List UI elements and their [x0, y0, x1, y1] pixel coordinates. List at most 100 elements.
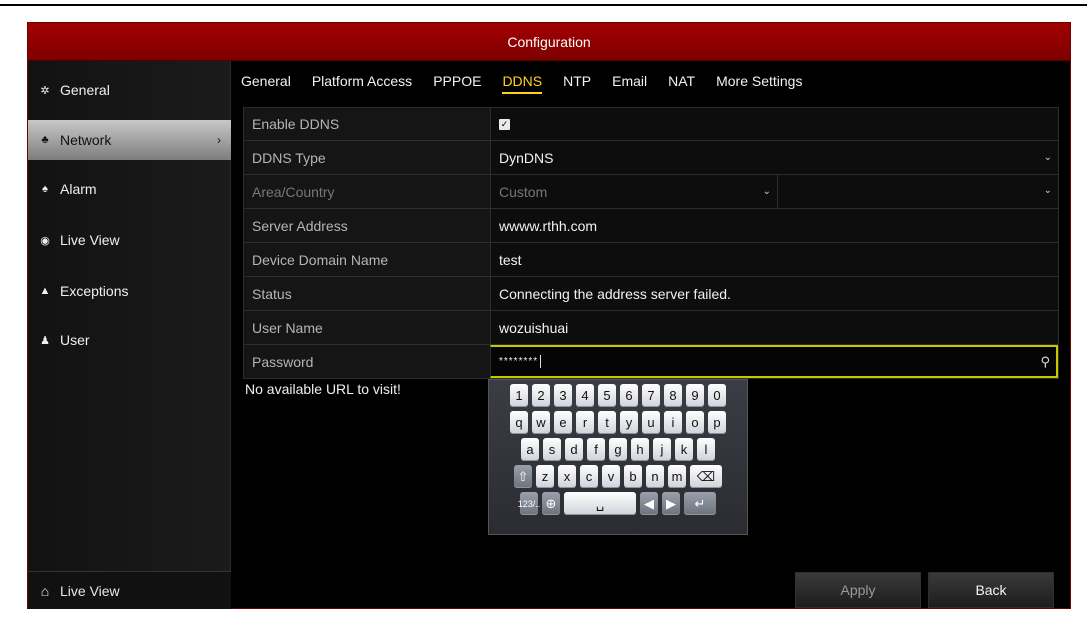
- tab-nat[interactable]: NAT: [668, 73, 695, 92]
- sidebar-live-view-button[interactable]: ⌂ Live View: [28, 571, 231, 609]
- chevron-down-icon: ⌄: [1043, 152, 1052, 163]
- tab-ntp[interactable]: NTP: [563, 73, 591, 92]
- key-e[interactable]: e: [554, 411, 572, 434]
- apply-button[interactable]: Apply: [795, 572, 921, 608]
- number-mode-key[interactable]: 123/..: [518, 492, 540, 515]
- user-name-input[interactable]: wozuishuai: [490, 311, 1058, 344]
- field-label: Password: [244, 345, 490, 378]
- sidebar-item-exceptions[interactable]: ▲ Exceptions: [28, 274, 231, 308]
- key-f[interactable]: f: [587, 438, 605, 461]
- sidebar-item-alarm[interactable]: ♠ Alarm: [28, 172, 231, 206]
- back-button[interactable]: Back: [928, 572, 1054, 608]
- key-h[interactable]: h: [631, 438, 649, 461]
- ddns-form: Enable DDNS ✓ DDNS Type DynDNS ⌄ Area/Co…: [243, 107, 1059, 379]
- key-m[interactable]: m: [668, 465, 686, 488]
- network-icon: ♣: [41, 134, 49, 146]
- globe-icon[interactable]: ⊕: [542, 492, 560, 515]
- sidebar-item-label: User: [60, 332, 90, 348]
- tab-more-settings[interactable]: More Settings: [716, 73, 802, 92]
- sidebar-item-live-view[interactable]: ◉ Live View: [28, 223, 231, 257]
- key-l[interactable]: l: [697, 438, 715, 461]
- area-country-cell: Custom ⌄ ⌄: [490, 175, 1058, 208]
- text-caret: [540, 355, 542, 368]
- field-label: Status: [244, 277, 490, 310]
- key-r[interactable]: r: [576, 411, 594, 434]
- form-row-server-address: Server Address wwww.rthh.com: [243, 209, 1059, 243]
- key-5[interactable]: 5: [598, 384, 616, 407]
- eye-icon: ◉: [40, 234, 50, 247]
- key-8[interactable]: 8: [664, 384, 682, 407]
- window-title: Configuration: [28, 23, 1070, 61]
- key-s[interactable]: s: [543, 438, 561, 461]
- key-k[interactable]: k: [675, 438, 693, 461]
- key-6[interactable]: 6: [620, 384, 638, 407]
- key-d[interactable]: d: [565, 438, 583, 461]
- enter-key-icon[interactable]: ↵: [684, 492, 716, 515]
- ddns-type-value: DynDNS: [499, 149, 554, 166]
- key-t[interactable]: t: [598, 411, 616, 434]
- tab-pppoe[interactable]: PPPOE: [433, 73, 481, 92]
- key-q[interactable]: q: [510, 411, 528, 434]
- status-value: Connecting the address server failed.: [490, 277, 1058, 310]
- keyboard-row-controls: 123/.. ⊕ ␣ ◀ ▶ ↵: [492, 492, 744, 515]
- field-label: Device Domain Name: [244, 243, 490, 276]
- tab-platform-access[interactable]: Platform Access: [312, 73, 412, 92]
- key-4[interactable]: 4: [576, 384, 594, 407]
- field-label: Enable DDNS: [244, 108, 490, 140]
- top-border-line: [0, 4, 1087, 6]
- key-9[interactable]: 9: [686, 384, 704, 407]
- ddns-type-select[interactable]: DynDNS ⌄: [490, 141, 1058, 174]
- key-i[interactable]: i: [664, 411, 682, 434]
- key-w[interactable]: w: [532, 411, 550, 434]
- form-row-user-name: User Name wozuishuai: [243, 311, 1059, 345]
- sidebar-item-network[interactable]: ♣ Network ›: [28, 120, 231, 160]
- server-address-input[interactable]: wwww.rthh.com: [490, 209, 1058, 242]
- chevron-right-icon: ›: [217, 133, 221, 147]
- alarm-icon: ♠: [42, 183, 48, 195]
- shift-key-icon[interactable]: ⇧: [514, 465, 532, 488]
- sidebar-item-general[interactable]: ✲ General: [28, 73, 231, 107]
- keyboard-row-zxcv: ⇧ z x c v b n m ⌫: [492, 465, 744, 488]
- tab-email[interactable]: Email: [612, 73, 647, 92]
- space-key-icon[interactable]: ␣: [564, 492, 636, 515]
- tab-general[interactable]: General: [241, 73, 291, 92]
- key-0[interactable]: 0: [708, 384, 726, 407]
- key-a[interactable]: a: [521, 438, 539, 461]
- show-password-icon[interactable]: ⚲: [1040, 354, 1051, 370]
- device-domain-name-input[interactable]: test: [490, 243, 1058, 276]
- key-g[interactable]: g: [609, 438, 627, 461]
- key-v[interactable]: v: [602, 465, 620, 488]
- field-label: Server Address: [244, 209, 490, 242]
- configuration-window: Configuration ✲ General ♣ Network › ♠ Al…: [27, 22, 1071, 609]
- key-1[interactable]: 1: [510, 384, 528, 407]
- password-input[interactable]: ******** ⚲: [490, 345, 1058, 378]
- enable-ddns-checkbox[interactable]: ✓: [499, 118, 510, 130]
- key-2[interactable]: 2: [532, 384, 550, 407]
- user-icon: ♟: [40, 334, 50, 347]
- key-3[interactable]: 3: [554, 384, 572, 407]
- key-j[interactable]: j: [653, 438, 671, 461]
- keyboard-row-qwerty: q w e r t y u i o p: [492, 411, 744, 434]
- sidebar-item-user[interactable]: ♟ User: [28, 323, 231, 357]
- key-c[interactable]: c: [580, 465, 598, 488]
- no-url-message: No available URL to visit!: [245, 381, 401, 397]
- chevron-down-icon: ⌄: [1043, 185, 1052, 196]
- field-label: DDNS Type: [244, 141, 490, 174]
- key-o[interactable]: o: [686, 411, 704, 434]
- key-p[interactable]: p: [708, 411, 726, 434]
- field-label: User Name: [244, 311, 490, 344]
- key-x[interactable]: x: [558, 465, 576, 488]
- form-row-password: Password ******** ⚲: [243, 345, 1059, 379]
- area-country-value: Custom: [499, 183, 548, 200]
- sidebar-item-label: Live View: [60, 232, 120, 248]
- backspace-key-icon[interactable]: ⌫: [690, 465, 722, 488]
- tab-ddns[interactable]: DDNS: [502, 73, 543, 94]
- key-7[interactable]: 7: [642, 384, 660, 407]
- key-y[interactable]: y: [620, 411, 638, 434]
- key-n[interactable]: n: [646, 465, 664, 488]
- key-b[interactable]: b: [624, 465, 642, 488]
- arrow-right-icon[interactable]: ▶: [662, 492, 680, 515]
- arrow-left-icon[interactable]: ◀: [640, 492, 658, 515]
- key-z[interactable]: z: [536, 465, 554, 488]
- key-u[interactable]: u: [642, 411, 660, 434]
